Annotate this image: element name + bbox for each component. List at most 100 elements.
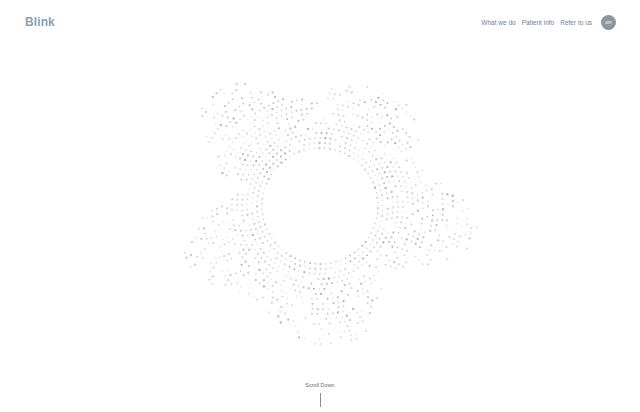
dot: [280, 284, 282, 286]
nav-link[interactable]: What we do: [481, 19, 515, 26]
dot: [384, 125, 386, 127]
dot: [350, 287, 352, 289]
dot: [398, 232, 400, 234]
dot: [363, 129, 365, 131]
dot: [319, 273, 321, 275]
dot: [351, 139, 353, 141]
dot: [272, 102, 274, 104]
dot: [235, 273, 236, 274]
dot: [240, 244, 241, 245]
dot: [351, 276, 352, 277]
dot: [373, 247, 374, 248]
nav-link[interactable]: Patient info: [522, 19, 555, 26]
dot: [378, 271, 379, 272]
dot: [233, 149, 234, 150]
dot: [302, 302, 303, 303]
dot: [364, 101, 366, 103]
dot: [247, 235, 248, 236]
dot: [299, 140, 301, 142]
dot: [349, 282, 351, 284]
dot: [205, 237, 207, 239]
dot: [255, 279, 257, 281]
dot: [340, 336, 342, 338]
dot: [328, 92, 330, 94]
dot: [397, 201, 399, 203]
dot: [371, 116, 373, 118]
dot: [406, 217, 408, 219]
dot: [392, 166, 394, 168]
dot: [348, 155, 350, 157]
dot: [302, 286, 304, 288]
dot: [272, 268, 273, 269]
dot: [243, 136, 245, 138]
dot: [280, 306, 282, 308]
account-button[interactable]: om: [601, 15, 616, 30]
dot: [277, 100, 279, 102]
dot: [330, 343, 331, 344]
dot: [381, 220, 382, 221]
dot: [376, 114, 378, 116]
dot: [228, 241, 230, 243]
dot: [231, 198, 233, 200]
nav-link[interactable]: Refer to us: [560, 19, 592, 26]
dot: [235, 156, 237, 158]
dot: [324, 147, 326, 149]
dot: [367, 290, 369, 292]
dot: [458, 241, 460, 243]
dot: [455, 228, 456, 229]
dot: [202, 257, 204, 259]
dot: [369, 244, 370, 245]
dot: [333, 129, 334, 130]
dot: [435, 224, 437, 226]
dot: [213, 257, 214, 258]
dot: [448, 236, 450, 238]
dot: [331, 133, 333, 135]
dot: [349, 330, 351, 332]
dot: [361, 165, 363, 167]
logo[interactable]: Blink: [25, 15, 55, 29]
dot: [330, 267, 332, 269]
scroll-hint[interactable]: Scroll Down: [0, 376, 640, 407]
dot: [299, 291, 301, 293]
dot: [304, 337, 305, 338]
dot: [417, 194, 418, 195]
dot: [215, 92, 217, 94]
dot: [262, 198, 264, 200]
dot: [244, 83, 246, 85]
dot: [216, 213, 218, 215]
dot: [241, 264, 243, 266]
dot: [382, 210, 383, 211]
dot: [290, 138, 292, 140]
dot: [377, 212, 379, 214]
dot: [246, 179, 248, 181]
dot: [235, 137, 237, 139]
dot: [262, 296, 264, 298]
dot: [410, 157, 411, 158]
dot: [395, 171, 397, 173]
dot: [239, 157, 241, 159]
dot: [284, 146, 286, 148]
dot: [352, 113, 353, 114]
dot: [441, 219, 443, 221]
dot: [272, 149, 274, 151]
dot: [344, 268, 346, 270]
dot: [221, 115, 223, 117]
dot: [389, 171, 391, 173]
dot: [347, 325, 349, 327]
dot: [242, 130, 244, 132]
dot: [268, 178, 270, 180]
dot: [216, 208, 218, 210]
dot: [327, 298, 329, 300]
dot: [346, 90, 348, 92]
dot: [341, 280, 343, 282]
dot: [371, 122, 372, 123]
dot: [467, 218, 468, 219]
dot: [400, 186, 401, 187]
dot: [461, 226, 462, 227]
dot: [376, 297, 378, 299]
dot: [235, 83, 237, 85]
dot: [343, 274, 345, 276]
dot: [275, 257, 277, 259]
dot: [468, 237, 470, 239]
dot: [381, 158, 382, 159]
